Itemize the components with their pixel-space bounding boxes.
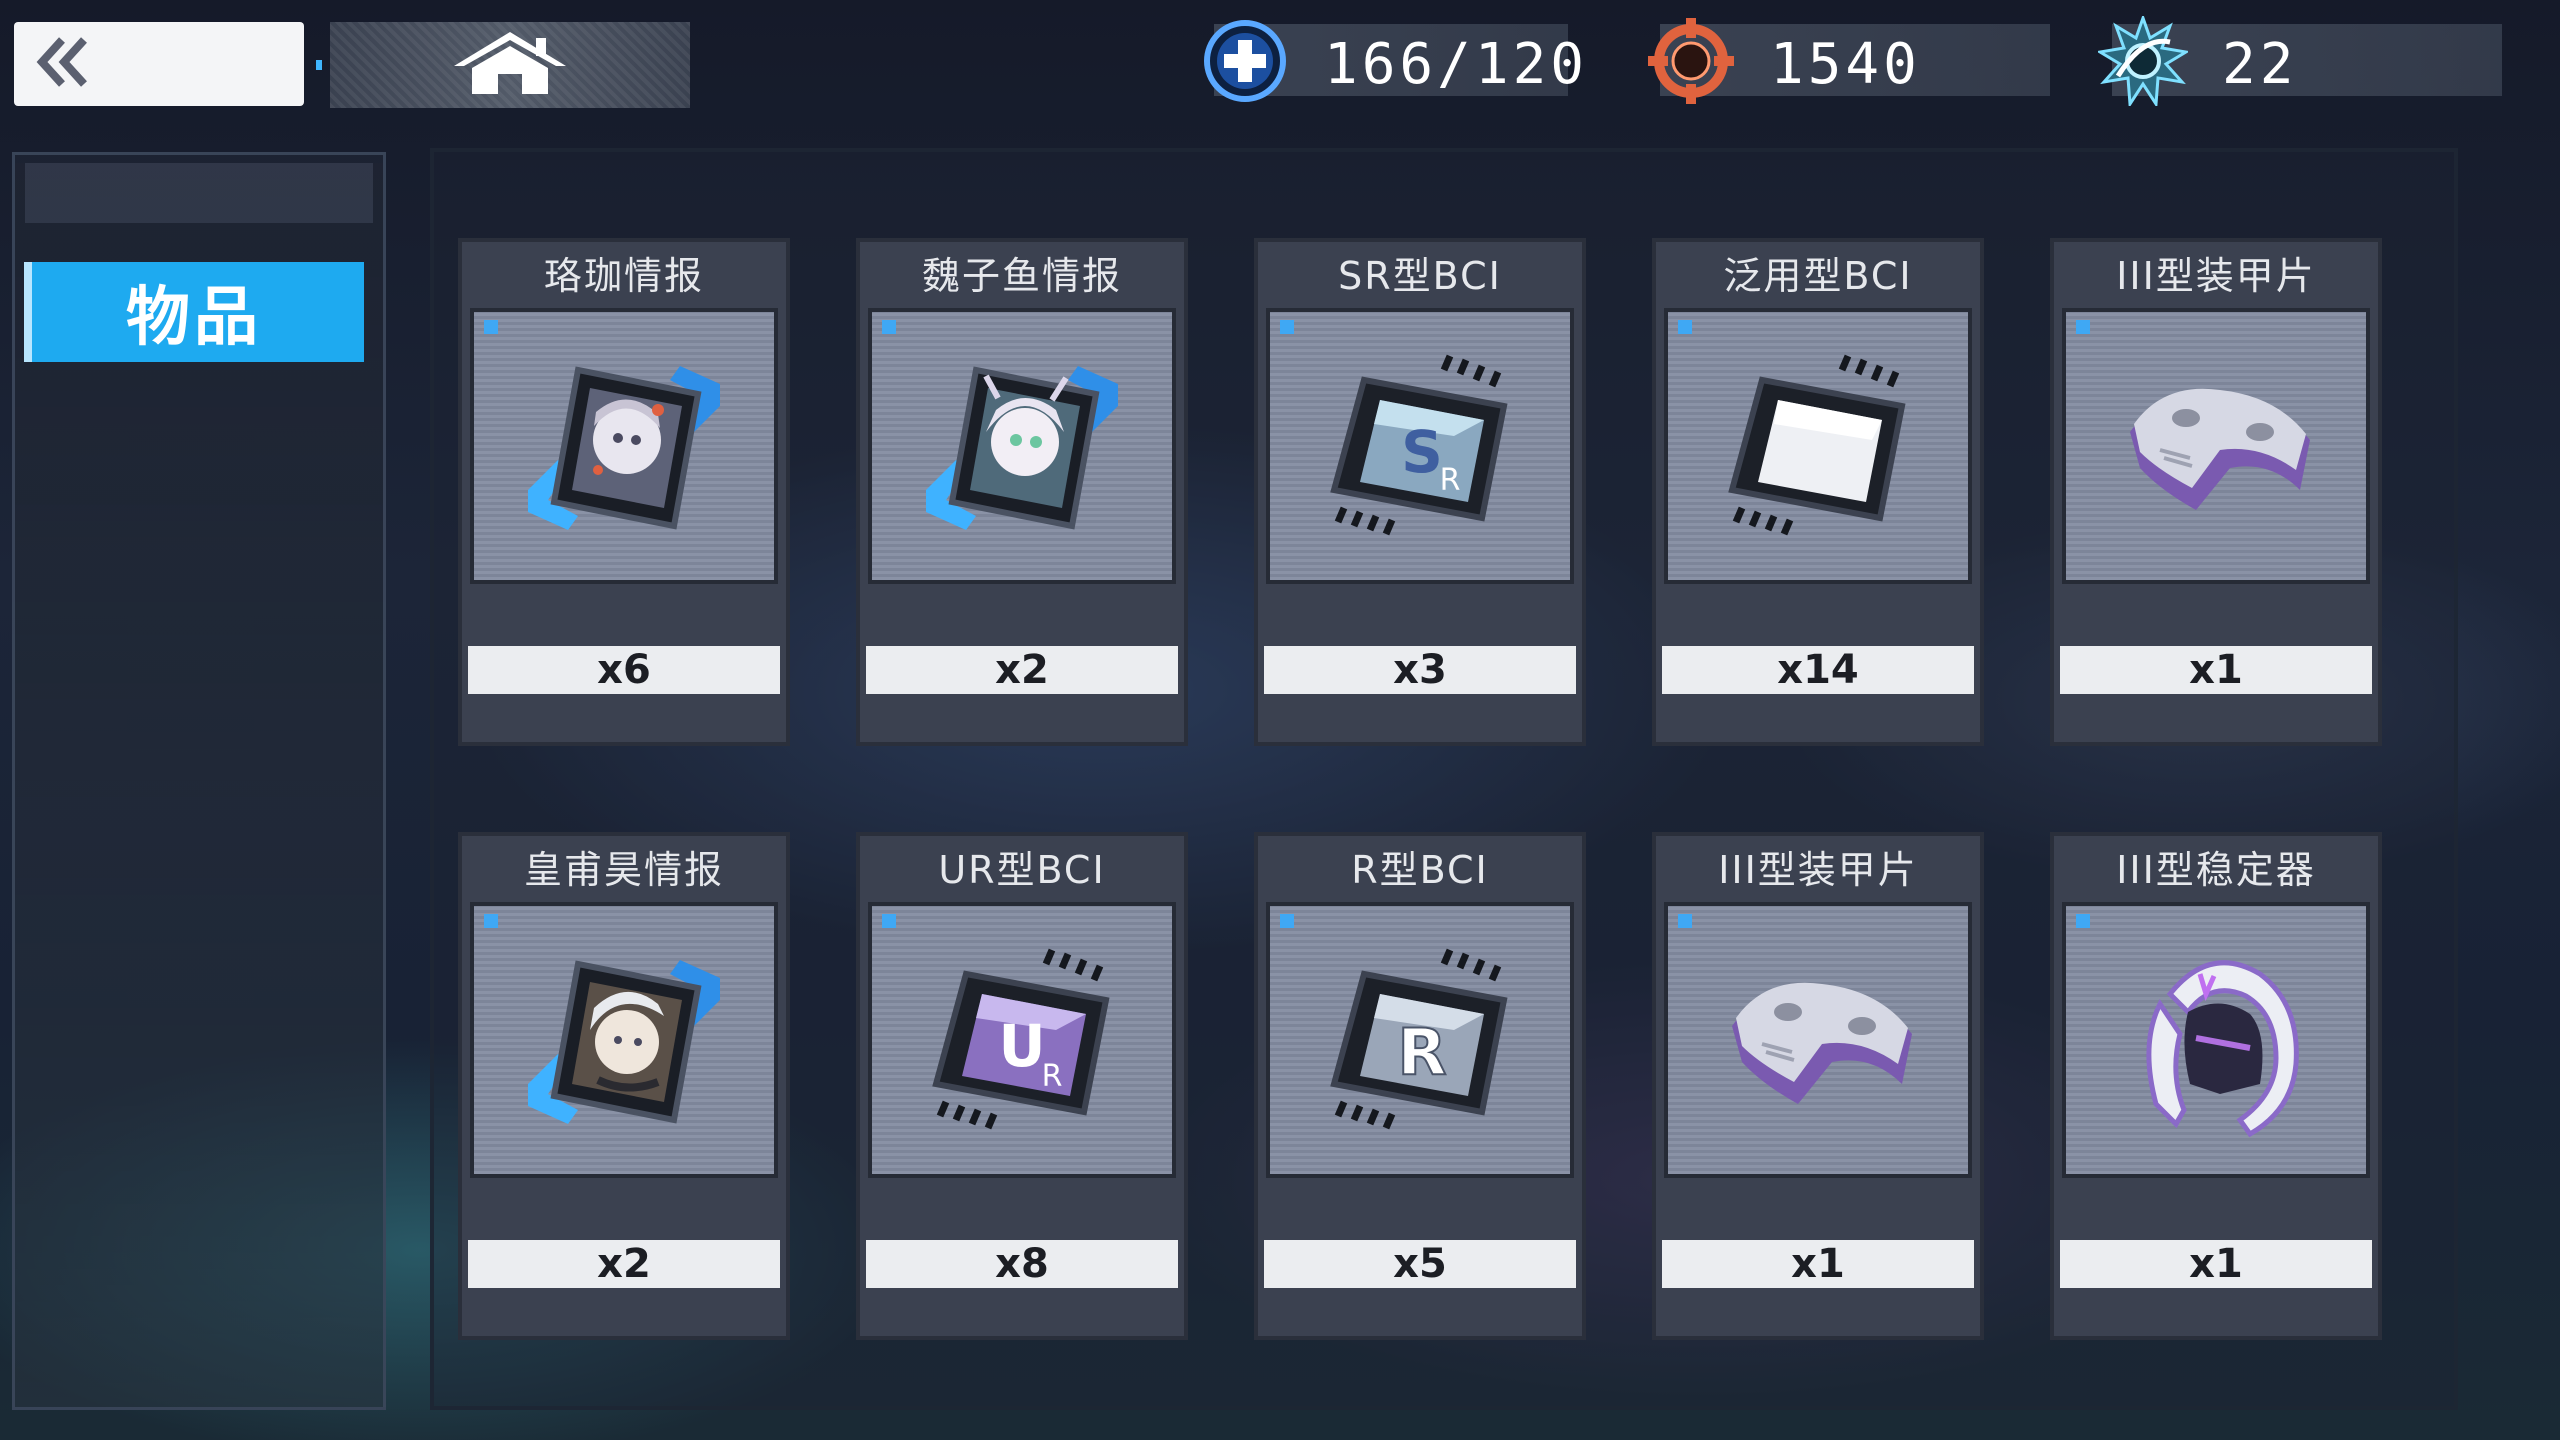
item-frame	[470, 902, 778, 1178]
armor-plate-icon	[2130, 388, 2310, 510]
double-chevron-left-icon	[28, 32, 98, 96]
item-frame	[2062, 308, 2370, 584]
item-name: III型装甲片	[1718, 848, 1918, 892]
bci-chip-ur-icon: U R	[932, 948, 1110, 1130]
item-name: 皇甫昊情报	[523, 848, 724, 892]
item-count: x14	[1662, 646, 1974, 694]
item-count: x6	[468, 646, 780, 694]
item-name: III型装甲片	[2116, 254, 2316, 298]
item-card[interactable]: SR型BCI S R x3	[1254, 238, 1586, 746]
item-name: 魏子鱼情报	[921, 254, 1122, 298]
item-card[interactable]: R型BCI R x5	[1254, 832, 1586, 1340]
item-card[interactable]: 泛用型BCI x14	[1652, 238, 1984, 746]
item-frame: S R	[1266, 308, 1574, 584]
home-icon	[450, 28, 570, 102]
item-card[interactable]: 魏子鱼情报 x2	[856, 238, 1188, 746]
svg-text:S: S	[1401, 418, 1443, 486]
item-name: UR型BCI	[938, 848, 1106, 892]
armor-plate-icon	[1732, 982, 1912, 1104]
item-name: III型稳定器	[2116, 848, 2316, 892]
svg-text:R: R	[1397, 1016, 1446, 1090]
intel-card-icon	[528, 960, 720, 1124]
item-count: x1	[2060, 1240, 2372, 1288]
stabilizer-icon	[2146, 960, 2299, 1138]
tab-items[interactable]: 物品	[24, 262, 364, 362]
item-frame	[1664, 902, 1972, 1178]
crosshair-icon	[1646, 16, 1736, 106]
item-card[interactable]: 珞珈情报 x6	[458, 238, 790, 746]
item-card[interactable]: UR型BCI U R x8	[856, 832, 1188, 1340]
item-count: x3	[1264, 646, 1576, 694]
crystals-value: 22	[2222, 32, 2298, 97]
item-count: x1	[2060, 646, 2372, 694]
item-name: 珞珈情报	[543, 254, 704, 298]
svg-text:R: R	[1042, 1059, 1063, 1094]
item-name: SR型BCI	[1338, 254, 1502, 298]
stamina-value: 166/120	[1324, 32, 1589, 97]
home-button[interactable]	[316, 22, 690, 108]
svg-text:R: R	[1440, 463, 1461, 498]
credits-value: 1540	[1770, 32, 1921, 97]
back-button[interactable]	[14, 22, 304, 106]
item-frame	[2062, 902, 2370, 1178]
item-count: x2	[866, 646, 1178, 694]
item-count: x1	[1662, 1240, 1974, 1288]
item-count: x2	[468, 1240, 780, 1288]
item-frame	[1664, 308, 1972, 584]
item-card[interactable]: III型装甲片 x1	[1652, 832, 1984, 1340]
item-frame: U R	[868, 902, 1176, 1178]
item-frame	[868, 308, 1176, 584]
item-count: x5	[1264, 1240, 1576, 1288]
item-frame	[470, 308, 778, 584]
svg-text:U: U	[998, 1012, 1045, 1080]
bci-chip-sr-icon: S R	[1330, 354, 1508, 536]
resource-stamina: 166/120	[1204, 20, 1584, 102]
bci-chip-r-icon: R	[1330, 948, 1508, 1130]
resource-crystals: 22	[2095, 13, 2502, 109]
tab-items-label: 物品	[126, 281, 262, 355]
resource-credits: 1540	[1648, 18, 2050, 104]
item-name: R型BCI	[1351, 848, 1489, 892]
bci-chip-blank-icon	[1728, 354, 1906, 536]
item-card[interactable]: 皇甫昊情报 x2	[458, 832, 790, 1340]
item-card[interactable]: III型装甲片 x1	[2050, 238, 2382, 746]
gear-burst-icon	[2095, 13, 2191, 109]
item-name: 泛用型BCI	[1723, 254, 1913, 298]
plus-circle-icon	[1200, 16, 1290, 106]
item-count: x8	[866, 1240, 1178, 1288]
intel-card-icon	[926, 366, 1118, 530]
item-card[interactable]: III型稳定器 x1	[2050, 832, 2382, 1340]
intel-card-icon	[528, 366, 720, 530]
item-frame: R	[1266, 902, 1574, 1178]
